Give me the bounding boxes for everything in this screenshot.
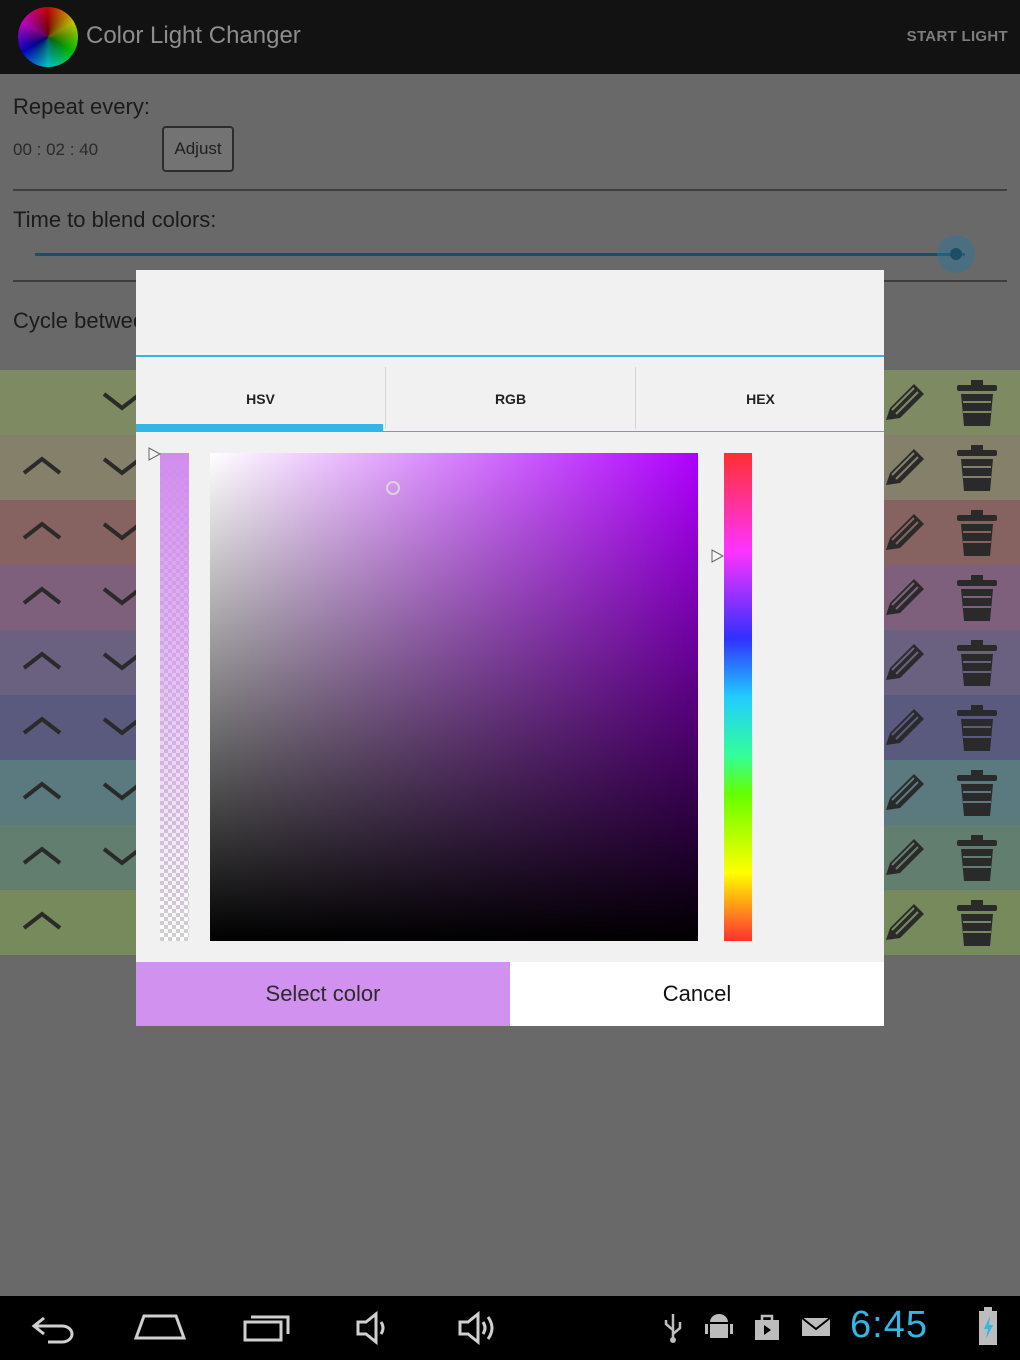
select-color-button[interactable]: Select color bbox=[136, 962, 510, 1026]
clock: 6:45 bbox=[850, 1304, 928, 1346]
saturation-value-picker[interactable] bbox=[210, 453, 698, 941]
alpha-gradient bbox=[160, 453, 189, 941]
alpha-pointer-icon[interactable] bbox=[148, 447, 162, 461]
store-icon bbox=[755, 1314, 779, 1340]
cancel-button[interactable]: Cancel bbox=[510, 962, 884, 1026]
dialog-overlay: HSV RGB HEX Select color Cancel bbox=[0, 0, 1020, 1296]
hue-pointer-icon[interactable] bbox=[711, 549, 725, 563]
usb-icon bbox=[664, 1314, 682, 1343]
dialog-title-area bbox=[136, 270, 884, 355]
email-icon bbox=[801, 1317, 831, 1336]
dialog-buttons: Select color Cancel bbox=[136, 962, 884, 1026]
back-icon[interactable] bbox=[30, 1310, 78, 1346]
android-debug-icon bbox=[705, 1314, 733, 1338]
recent-apps-icon[interactable] bbox=[242, 1310, 294, 1346]
active-tab-indicator bbox=[136, 424, 383, 431]
volume-down-icon[interactable] bbox=[354, 1310, 394, 1346]
system-bar: 6:45 bbox=[0, 1296, 1020, 1360]
tab-rgb[interactable]: RGB bbox=[386, 367, 635, 431]
volume-up-icon[interactable] bbox=[456, 1310, 500, 1346]
home-icon[interactable] bbox=[134, 1310, 186, 1346]
alpha-slider[interactable] bbox=[160, 453, 189, 941]
tab-bar: HSV RGB HEX bbox=[136, 367, 884, 431]
tab-hex[interactable]: HEX bbox=[636, 367, 885, 431]
color-picker-dialog: HSV RGB HEX Select color Cancel bbox=[136, 270, 884, 1026]
sv-pointer-icon[interactable] bbox=[386, 481, 400, 495]
tab-hsv[interactable]: HSV bbox=[136, 367, 385, 431]
hue-slider[interactable] bbox=[724, 453, 752, 941]
battery-charging-icon bbox=[979, 1307, 997, 1345]
tabs-divider bbox=[136, 431, 884, 432]
title-divider bbox=[136, 355, 884, 357]
